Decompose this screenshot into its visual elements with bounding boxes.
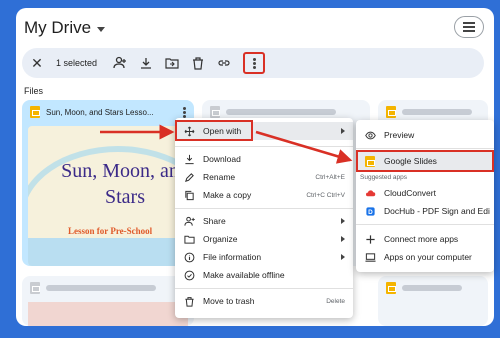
file-card[interactable] <box>22 276 194 326</box>
menu-label: Rename <box>203 172 236 182</box>
close-icon[interactable]: ✕ <box>30 55 44 72</box>
more-vert-icon <box>252 57 256 69</box>
menu-item-rename[interactable]: Rename Ctrl+Alt+E <box>175 168 353 186</box>
download-icon <box>183 153 195 165</box>
menu-item-share[interactable]: Share <box>175 212 353 230</box>
trash-icon <box>183 295 195 307</box>
menu-label: Make a copy <box>203 190 252 200</box>
computer-icon <box>364 251 376 263</box>
chevron-right-icon <box>341 236 345 242</box>
file-card[interactable] <box>378 276 488 326</box>
menu-label: Organize <box>203 234 238 244</box>
menu-label: Preview <box>384 130 415 140</box>
shortcut-label: Ctrl+Alt+E <box>315 173 345 181</box>
menu-item-move-trash[interactable]: Move to trash Delete <box>175 292 353 310</box>
list-icon <box>463 22 475 32</box>
svg-text:D: D <box>368 208 373 215</box>
folder-icon <box>183 233 195 245</box>
move-folder-icon[interactable] <box>165 56 179 70</box>
menu-label: File information <box>203 252 262 262</box>
open-with-submenu: Preview Google Slides Suggested apps Clo… <box>356 120 494 272</box>
chevron-right-icon <box>341 254 345 260</box>
menu-label: Apps on your computer <box>384 252 472 262</box>
more-actions-button[interactable] <box>243 52 266 74</box>
list-view-toggle[interactable] <box>454 16 484 38</box>
menu-label: Move to trash <box>203 296 255 306</box>
file-name: Sun, Moon, and Stars Lesso... <box>46 107 154 117</box>
menu-label: CloudConvert <box>384 188 436 198</box>
menu-label: Connect more apps <box>384 234 459 244</box>
cloudconvert-icon <box>364 187 376 199</box>
menu-item-preview[interactable]: Preview <box>356 126 494 144</box>
selection-count: 1 selected <box>56 58 98 68</box>
link-icon[interactable] <box>217 56 231 70</box>
thumbnail-title: Sun, Moon, and Stars <box>61 160 188 208</box>
trash-icon[interactable] <box>191 56 205 70</box>
shortcut-label: Ctrl+C Ctrl+V <box>306 191 345 199</box>
page-title: My Drive <box>24 18 92 37</box>
menu-item-download[interactable]: Download <box>175 150 353 168</box>
menu-item-cloudconvert[interactable]: CloudConvert <box>356 184 494 202</box>
slides-file-icon <box>386 282 396 294</box>
menu-label: Download <box>203 154 241 164</box>
menu-label: DocHub - PDF Sign and Edi <box>384 206 490 216</box>
menu-item-file-information[interactable]: File information <box>175 248 353 266</box>
menu-item-connect-more-apps[interactable]: Connect more apps <box>356 230 494 248</box>
share-person-icon <box>183 215 195 227</box>
more-vert-icon[interactable] <box>183 107 186 118</box>
menu-item-apps-on-computer[interactable]: Apps on your computer <box>356 248 494 266</box>
suggested-apps-label: Suggested apps <box>360 174 407 181</box>
thumbnail-cloud-decoration <box>28 238 188 266</box>
card-header: Sun, Moon, and Stars Lesso... <box>22 100 194 124</box>
file-card-selected[interactable]: Sun, Moon, and Stars Lesso... Sun, Moon,… <box>22 100 194 266</box>
open-with-highlight <box>175 120 253 141</box>
menu-item-make-copy[interactable]: Make a copy Ctrl+C Ctrl+V <box>175 186 353 204</box>
file-icon <box>30 282 40 294</box>
chevron-right-icon <box>341 218 345 224</box>
menu-label: Share <box>203 216 226 226</box>
thumbnail-subtitle: Lesson for Pre-School <box>68 226 153 236</box>
pencil-icon <box>183 171 195 183</box>
my-drive-title-button[interactable]: My Drive <box>24 18 106 38</box>
dochub-icon: D <box>364 205 376 217</box>
file-thumbnail: Sun, Moon, and Stars Lesson for Pre-Scho… <box>28 126 188 266</box>
slides-file-icon <box>386 106 396 118</box>
files-section-label: Files <box>24 86 44 96</box>
selection-toolbar: ✕ 1 selected <box>22 48 484 78</box>
download-icon[interactable] <box>139 56 153 70</box>
menu-item-make-offline[interactable]: Make available offline <box>175 266 353 284</box>
shortcut-label: Delete <box>326 297 345 305</box>
menu-label: Make available offline <box>203 270 285 280</box>
copy-icon <box>183 189 195 201</box>
caret-down-icon <box>97 26 106 32</box>
google-slides-highlight <box>356 150 494 172</box>
context-menu: Open with Download Rename Ctrl+Alt+E Mak… <box>175 118 353 318</box>
info-icon <box>183 251 195 263</box>
chevron-right-icon <box>341 128 345 134</box>
file-icon <box>210 106 220 118</box>
share-person-icon[interactable] <box>113 56 127 70</box>
offline-check-icon <box>183 269 195 281</box>
slides-file-icon <box>30 106 40 118</box>
plus-icon <box>364 233 376 245</box>
eye-icon <box>364 129 376 141</box>
menu-item-dochub[interactable]: D DocHub - PDF Sign and Edi <box>356 202 494 220</box>
menu-item-organize[interactable]: Organize <box>175 230 353 248</box>
